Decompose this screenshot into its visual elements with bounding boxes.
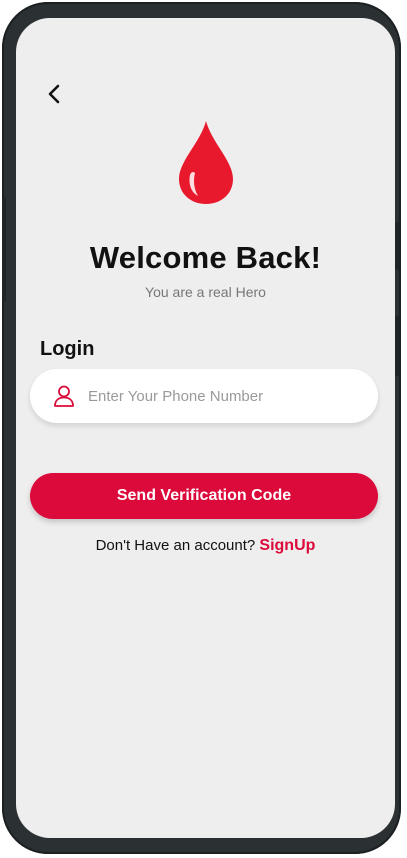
send-verification-button[interactable]: Send Verification Code xyxy=(30,473,378,519)
phone-frame: Welcome Back! You are a real Hero Login … xyxy=(2,2,401,854)
app-screen: Welcome Back! You are a real Hero Login … xyxy=(16,18,395,838)
signup-link[interactable]: SignUp xyxy=(259,537,315,554)
blood-drop-icon xyxy=(179,121,233,204)
back-button[interactable] xyxy=(42,81,68,107)
phone-field[interactable] xyxy=(30,369,378,423)
power-button xyxy=(395,316,399,376)
signup-prompt: Don't Have an account? xyxy=(95,537,256,554)
user-icon xyxy=(54,385,74,407)
side-button-top xyxy=(395,222,399,270)
volume-button xyxy=(2,197,6,302)
login-label: Login xyxy=(40,338,95,360)
chevron-left-icon xyxy=(48,84,60,104)
phone-input[interactable] xyxy=(86,375,370,417)
page-title: Welcome Back! xyxy=(89,240,322,275)
page-subtitle: You are a real Hero xyxy=(145,284,266,300)
signup-row: Don't Have an account? SignUp xyxy=(16,537,395,555)
